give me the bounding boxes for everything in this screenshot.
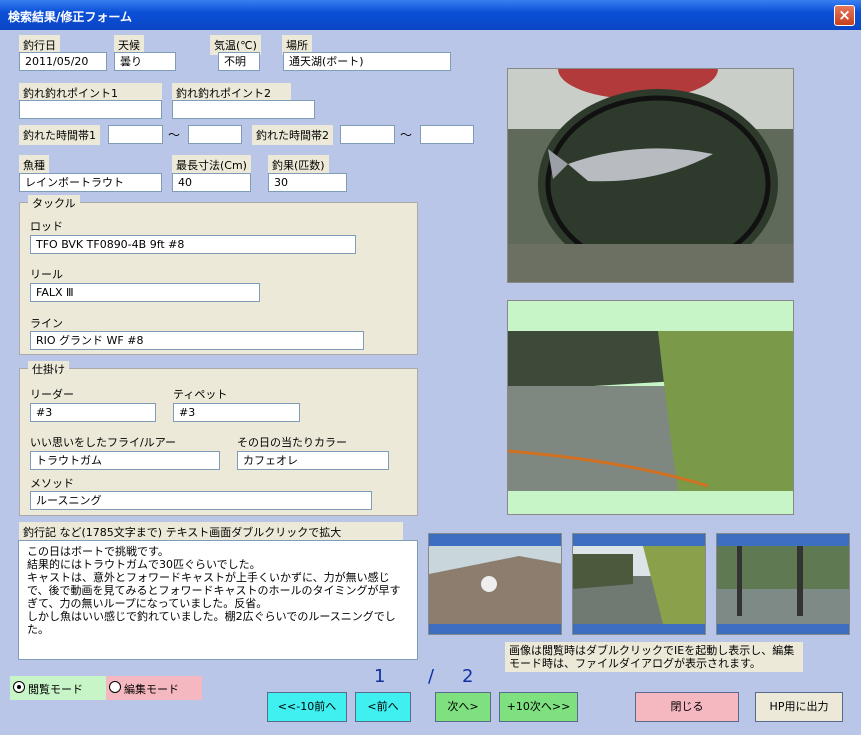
catch-field[interactable]: 30 — [268, 173, 347, 192]
maxsize-label: 最長寸法(Cm) — [172, 155, 251, 175]
photo-lake[interactable] — [507, 300, 794, 515]
tippet-field[interactable]: #3 — [173, 403, 300, 422]
species-field[interactable]: レインボートラウト — [19, 173, 162, 192]
photo-thumb-building[interactable] — [428, 533, 562, 635]
journal-textarea[interactable]: この日はボートで挑戦です。 結果的にはトラウトガムで30匹ぐらいでした。 キャス… — [18, 540, 418, 660]
time1-to-field[interactable] — [188, 125, 242, 144]
color-label: その日の当たりカラー — [237, 436, 347, 449]
edit-mode-option[interactable]: 編集モード — [106, 676, 202, 700]
date-field[interactable]: 2011/05/20 — [19, 52, 107, 71]
place-field[interactable]: 通天湖(ボート) — [283, 52, 451, 71]
image-note: 画像は閲覧時はダブルクリックでIEを起動し表示し、編集モード時は、ファイルダイア… — [505, 642, 803, 672]
next-button[interactable]: 次へ> — [435, 692, 491, 722]
form-body: 釣行日 2011/05/20 天候 曇り 気温(℃) 不明 場所 通天湖(ボート… — [0, 30, 861, 735]
photo-main-fish[interactable] — [507, 68, 794, 283]
time1-tilde: ～ — [168, 128, 181, 142]
rod-label: ロッド — [30, 220, 63, 233]
page-total: 2 — [462, 666, 474, 687]
maxsize-field[interactable]: 40 — [172, 173, 251, 192]
edit-mode-label: 編集モード — [124, 683, 179, 696]
time2-tilde: ～ — [400, 128, 413, 142]
back10-button[interactable]: <<-10前へ — [267, 692, 347, 722]
reel-field[interactable]: FALX Ⅲ — [30, 283, 260, 302]
species-label: 魚種 — [19, 155, 49, 175]
export-button[interactable]: HP用に出力 — [755, 692, 843, 722]
radio-checked-icon — [13, 681, 25, 693]
leader-field[interactable]: #3 — [30, 403, 156, 422]
method-field[interactable]: ルースニング — [30, 491, 372, 510]
fly-label: いい思いをしたフライ/ルアー — [30, 436, 177, 449]
radio-unchecked-icon — [109, 681, 121, 693]
time2-from-field[interactable] — [340, 125, 395, 144]
weather-field[interactable]: 曇り — [114, 52, 176, 71]
next10-button[interactable]: +10次へ>> — [499, 692, 578, 722]
point1-field[interactable] — [19, 100, 162, 119]
close-button[interactable]: 閉じる — [635, 692, 739, 722]
time1-from-field[interactable] — [108, 125, 163, 144]
photo-thumb-trees[interactable] — [716, 533, 850, 635]
close-icon[interactable]: × — [834, 5, 855, 26]
fly-field[interactable]: トラウトガム — [30, 451, 220, 470]
tippet-label: ティペット — [173, 388, 228, 401]
time2-to-field[interactable] — [420, 125, 474, 144]
view-mode-option[interactable]: 閲覧モード — [10, 676, 106, 700]
journal-label: 釣行記 など(1785文字まで) テキスト画面ダブルクリックで拡大 — [19, 522, 403, 542]
time1-label: 釣れた時間帯1 — [19, 125, 100, 145]
color-field[interactable]: カフェオレ — [237, 451, 389, 470]
title-bar: 検索結果/修正フォーム × — [0, 0, 861, 30]
back-button[interactable]: <前へ — [355, 692, 411, 722]
point2-field[interactable] — [172, 100, 315, 119]
view-mode-label: 閲覧モード — [28, 683, 83, 696]
photo-thumb-shore[interactable] — [572, 533, 706, 635]
line-field[interactable]: RIO グランド WF #8 — [30, 331, 364, 350]
temp-field[interactable]: 不明 — [218, 52, 260, 71]
line-label: ライン — [30, 317, 63, 330]
method-label: メソッド — [30, 477, 74, 490]
reel-label: リール — [30, 268, 63, 281]
rod-field[interactable]: TFO BVK TF0890-4B 9ft #8 — [30, 235, 356, 254]
tackle-group-label: タックル — [28, 195, 80, 211]
catch-label: 釣果(匹数) — [268, 155, 329, 175]
window-title: 検索結果/修正フォーム — [8, 10, 133, 24]
time2-label: 釣れた時間帯2 — [252, 125, 333, 145]
page-separator: / — [428, 666, 435, 687]
rig-group-label: 仕掛け — [28, 361, 69, 377]
page-current: 1 — [374, 666, 386, 687]
leader-label: リーダー — [30, 388, 74, 401]
